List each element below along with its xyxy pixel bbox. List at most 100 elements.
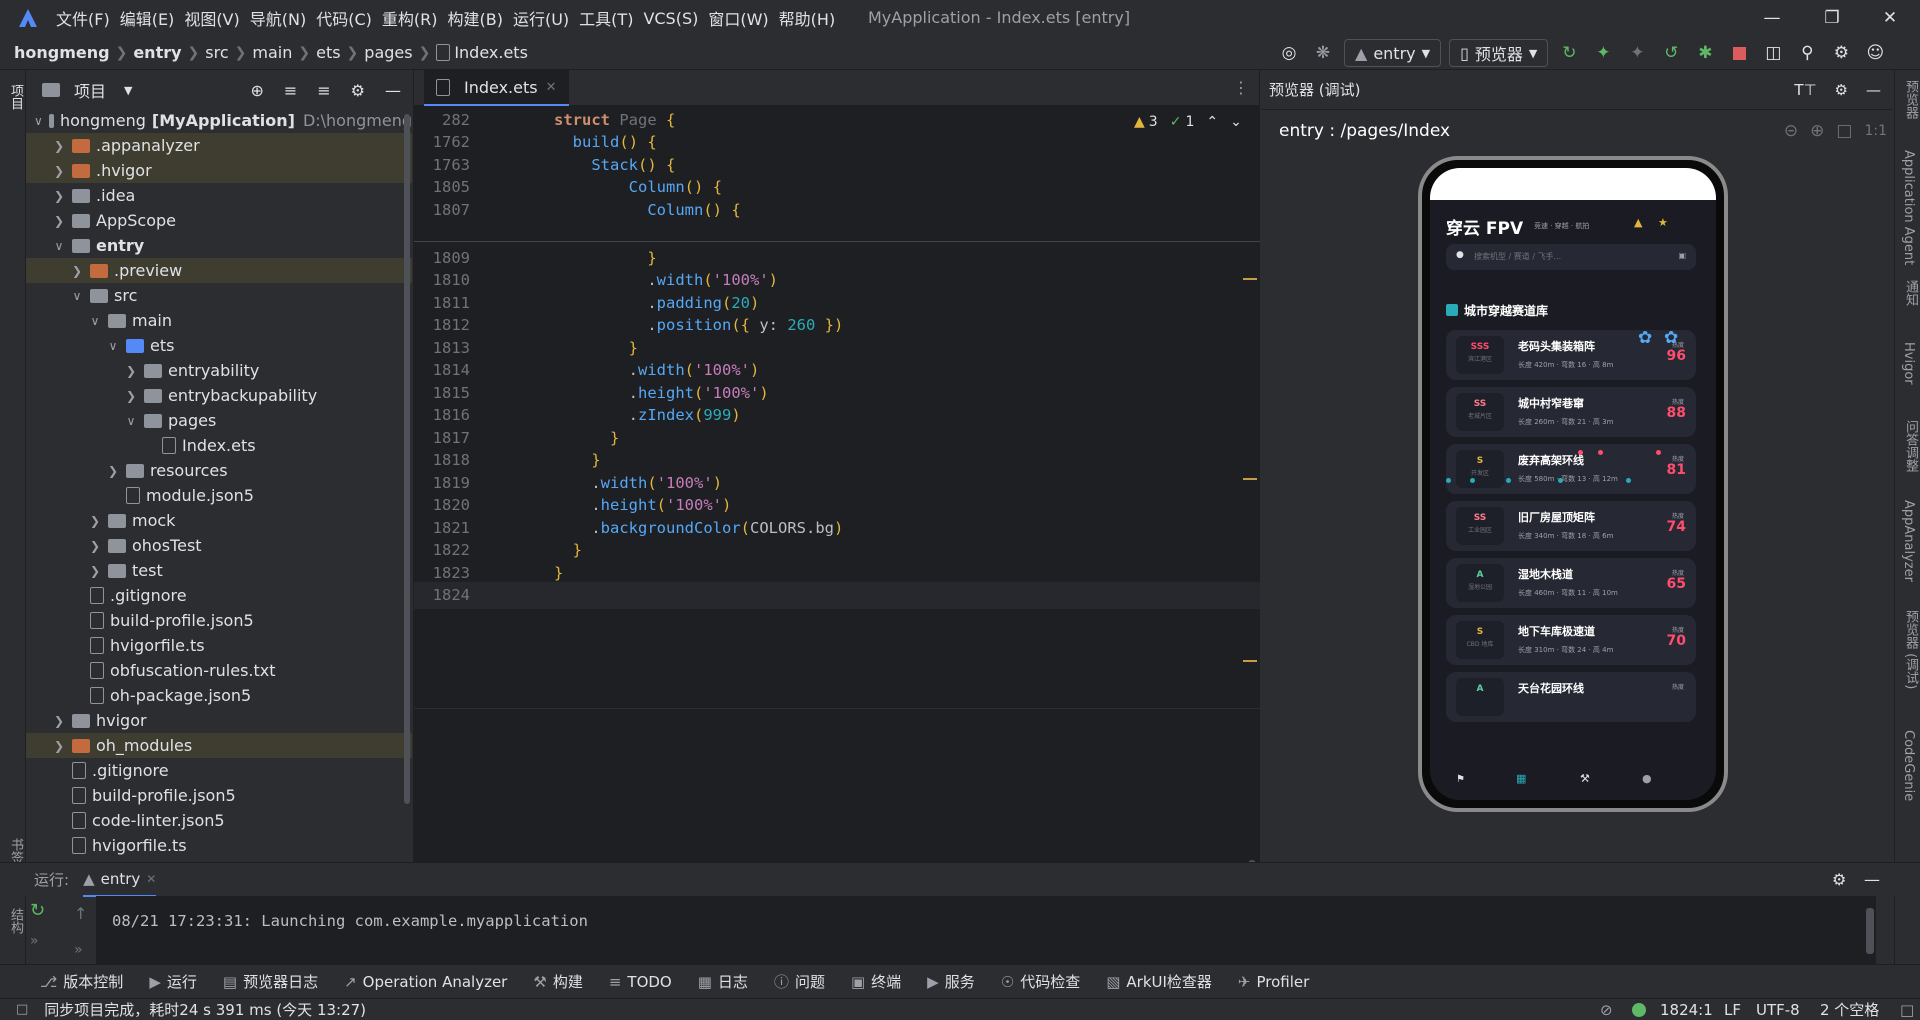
close-tab-icon[interactable]: ✕ [546, 80, 557, 95]
tree-folder[interactable]: ❯ ohosTest [26, 533, 412, 558]
file-encoding[interactable]: UTF-8 [1756, 1001, 1800, 1019]
gear-icon[interactable]: ⚙ [351, 81, 365, 100]
tool-window-2[interactable]: 通知 [1901, 280, 1920, 306]
tool-bookmarks[interactable]: 书签 [6, 838, 25, 864]
bottom-tab-12[interactable]: ✈ Profiler [1238, 973, 1309, 991]
layout-icon[interactable]: □ [16, 1002, 28, 1017]
tree-file[interactable]: Index.ets [26, 433, 412, 458]
tree-file[interactable]: build-profile.json5 [26, 783, 412, 808]
tool-window-1[interactable]: Application Agent [1901, 150, 1916, 265]
tree-folder[interactable]: ❯ mock [26, 508, 412, 533]
track-card[interactable]: SS 老城片区 城中村窄巷窜 长度 260m · 弯数 21 · 高 3m 热度 88 [1446, 387, 1696, 437]
hide-panel-icon[interactable]: — [1866, 81, 1881, 99]
device-select[interactable]: ▯ 预览器 ▼ [1449, 39, 1549, 67]
lock-icon[interactable]: □ [1900, 1001, 1914, 1019]
hide-panel-icon[interactable]: — [385, 81, 401, 100]
run-tab-entry[interactable]: ▲ entry ✕ [83, 863, 157, 897]
menu-item-3[interactable]: 导航(N) [250, 6, 306, 30]
rerun-icon[interactable]: ↻ [30, 900, 60, 921]
more-icon[interactable]: » [74, 942, 83, 958]
tree-folder[interactable]: ❯ .idea [26, 183, 412, 208]
minimize-button[interactable]: — [1748, 0, 1796, 36]
bottom-tab-4[interactable]: ⚒ 构建 [533, 971, 582, 992]
breadcrumb-item[interactable]: entry [133, 43, 181, 62]
debug-icon[interactable]: ✦ [1590, 40, 1616, 66]
breadcrumb-item[interactable]: pages [364, 43, 412, 62]
breadcrumb-item[interactable]: main [252, 43, 292, 62]
tree-folder[interactable]: ❯ .preview [26, 258, 412, 283]
chevron-right-icon[interactable]: ❯ [106, 464, 120, 478]
tree-folder[interactable]: ❯ test [26, 558, 412, 583]
bottom-tab-3[interactable]: ↗ Operation Analyzer [344, 973, 507, 991]
attach-icon[interactable]: ✦ [1624, 40, 1650, 66]
tree-folder[interactable]: ❯ hvigor [26, 708, 412, 733]
code-line[interactable]: 1807 Column() { [414, 196, 1260, 223]
track-card[interactable]: A 天台花园环线 热度 [1446, 672, 1696, 722]
tree-folder[interactable]: ❯ resources [26, 458, 412, 483]
inspection-widget[interactable]: ▲ 3 ✓ 1 ⌃ ⌄ [1134, 114, 1242, 130]
fit-icon[interactable]: □ [1836, 121, 1852, 141]
hide-panel-icon[interactable]: — [1864, 870, 1880, 889]
user-icon[interactable]: ☺ [1862, 40, 1888, 66]
tree-file[interactable]: build-profile.json5 [26, 608, 412, 633]
project-panel-title[interactable]: 项目 [74, 78, 106, 102]
warning-marker[interactable] [1243, 660, 1257, 662]
chevron-right-icon[interactable]: ❯ [124, 389, 138, 403]
scan-icon[interactable]: ▣ [1678, 251, 1686, 260]
code-line[interactable]: 1824 [414, 581, 1260, 609]
chevron-right-icon[interactable]: ❯ [88, 539, 102, 553]
status-ok-icon[interactable] [1632, 1003, 1646, 1017]
chevron-down-icon[interactable]: ∨ [124, 414, 138, 428]
project-scrollbar[interactable] [404, 114, 410, 804]
zoom-out-icon[interactable]: ⊝ [1784, 121, 1798, 141]
menu-item-9[interactable]: VCS(S) [643, 9, 698, 28]
tree-file[interactable]: hvigorfile.ts [26, 633, 412, 658]
warning-marker[interactable] [1243, 278, 1257, 280]
bug-icon[interactable]: ❋ [1310, 40, 1336, 66]
bottom-tab-9[interactable]: ▶ 服务 [927, 971, 975, 992]
chevron-right-icon[interactable]: ❯ [52, 214, 66, 228]
indent-setting[interactable]: 2 个空格 [1820, 999, 1879, 1020]
chevron-right-icon[interactable]: ❯ [70, 264, 84, 278]
tree-folder[interactable]: ❯ oh_modules [26, 733, 412, 758]
bottom-tab-1[interactable]: ▶ 运行 [149, 971, 197, 992]
bottom-tab-6[interactable]: ▦ 日志 [698, 971, 748, 992]
chevron-right-icon[interactable]: ❯ [52, 714, 66, 728]
track-card[interactable]: SS 工业园区 旧厂房屋顶矩阵 长度 340m · 弯数 18 · 高 6m 热度 74 [1446, 501, 1696, 551]
bottom-tab-11[interactable]: ▧ ArkUI检查器 [1106, 971, 1212, 992]
track-card[interactable]: SSS 滨江港区 老码头集装箱阵 长度 420m · 弯数 16 · 高 8m 热度 96 [1446, 330, 1696, 380]
debug-reload-icon[interactable]: ✱ [1692, 40, 1718, 66]
tree-file[interactable]: .gitignore [26, 758, 412, 783]
wrench-icon[interactable]: ⚒ [1580, 772, 1590, 785]
chevron-down-icon[interactable]: ∨ [106, 339, 120, 353]
app-search-input[interactable]: ● 搜索机型 / 赛道 / 飞手... ▣ [1446, 244, 1696, 270]
menu-item-2[interactable]: 视图(V) [184, 6, 239, 30]
actual-size-icon[interactable]: 1:1 [1864, 123, 1887, 139]
chevron-right-icon[interactable]: ❯ [52, 189, 66, 203]
collapse-all-icon[interactable]: ≡ [317, 81, 330, 100]
settings-icon[interactable]: ⚙ [1828, 40, 1854, 66]
tab-index-ets[interactable]: Index.ets ✕ [424, 70, 569, 106]
bell-icon[interactable]: ▲ [1634, 216, 1642, 229]
menu-item-1[interactable]: 编辑(E) [120, 6, 175, 30]
bottom-tab-7[interactable]: ⓘ 问题 [774, 971, 825, 992]
up-arrow-icon[interactable]: ↑ [74, 904, 87, 923]
more-tabs-icon[interactable]: ⋮ [1233, 78, 1249, 97]
tree-folder[interactable]: ❯ entrybackupability [26, 383, 412, 408]
breadcrumb-item[interactable]: src [205, 43, 228, 62]
tool-project[interactable]: 项目 [6, 84, 25, 110]
trophy-icon[interactable]: ★ [1658, 216, 1668, 229]
reload-icon[interactable]: ↺ [1658, 40, 1684, 66]
menu-item-6[interactable]: 构建(B) [448, 6, 503, 30]
breadcrumb-item[interactable]: ets [316, 43, 340, 62]
tree-file[interactable]: oh-package.json5 [26, 683, 412, 708]
phone-screen[interactable]: 穿云 FPV 竞速 · 穿越 · 航拍 ▲ ★ ● 搜索机型 / 赛道 / 飞手… [1430, 168, 1716, 800]
search-icon[interactable]: ⚲ [1794, 40, 1820, 66]
line-ending[interactable]: LF [1724, 1001, 1741, 1019]
tree-folder[interactable]: ❯ .appanalyzer [26, 133, 412, 158]
tool-window-6[interactable]: 预览器 (调试) [1901, 610, 1920, 689]
chevron-right-icon[interactable]: ❯ [52, 139, 66, 153]
bottom-tab-5[interactable]: ≡ TODO [609, 973, 672, 991]
chevron-right-icon[interactable]: ❯ [124, 364, 138, 378]
run-console[interactable]: 08/21 17:23:31: Launching com.example.my… [96, 896, 1876, 964]
